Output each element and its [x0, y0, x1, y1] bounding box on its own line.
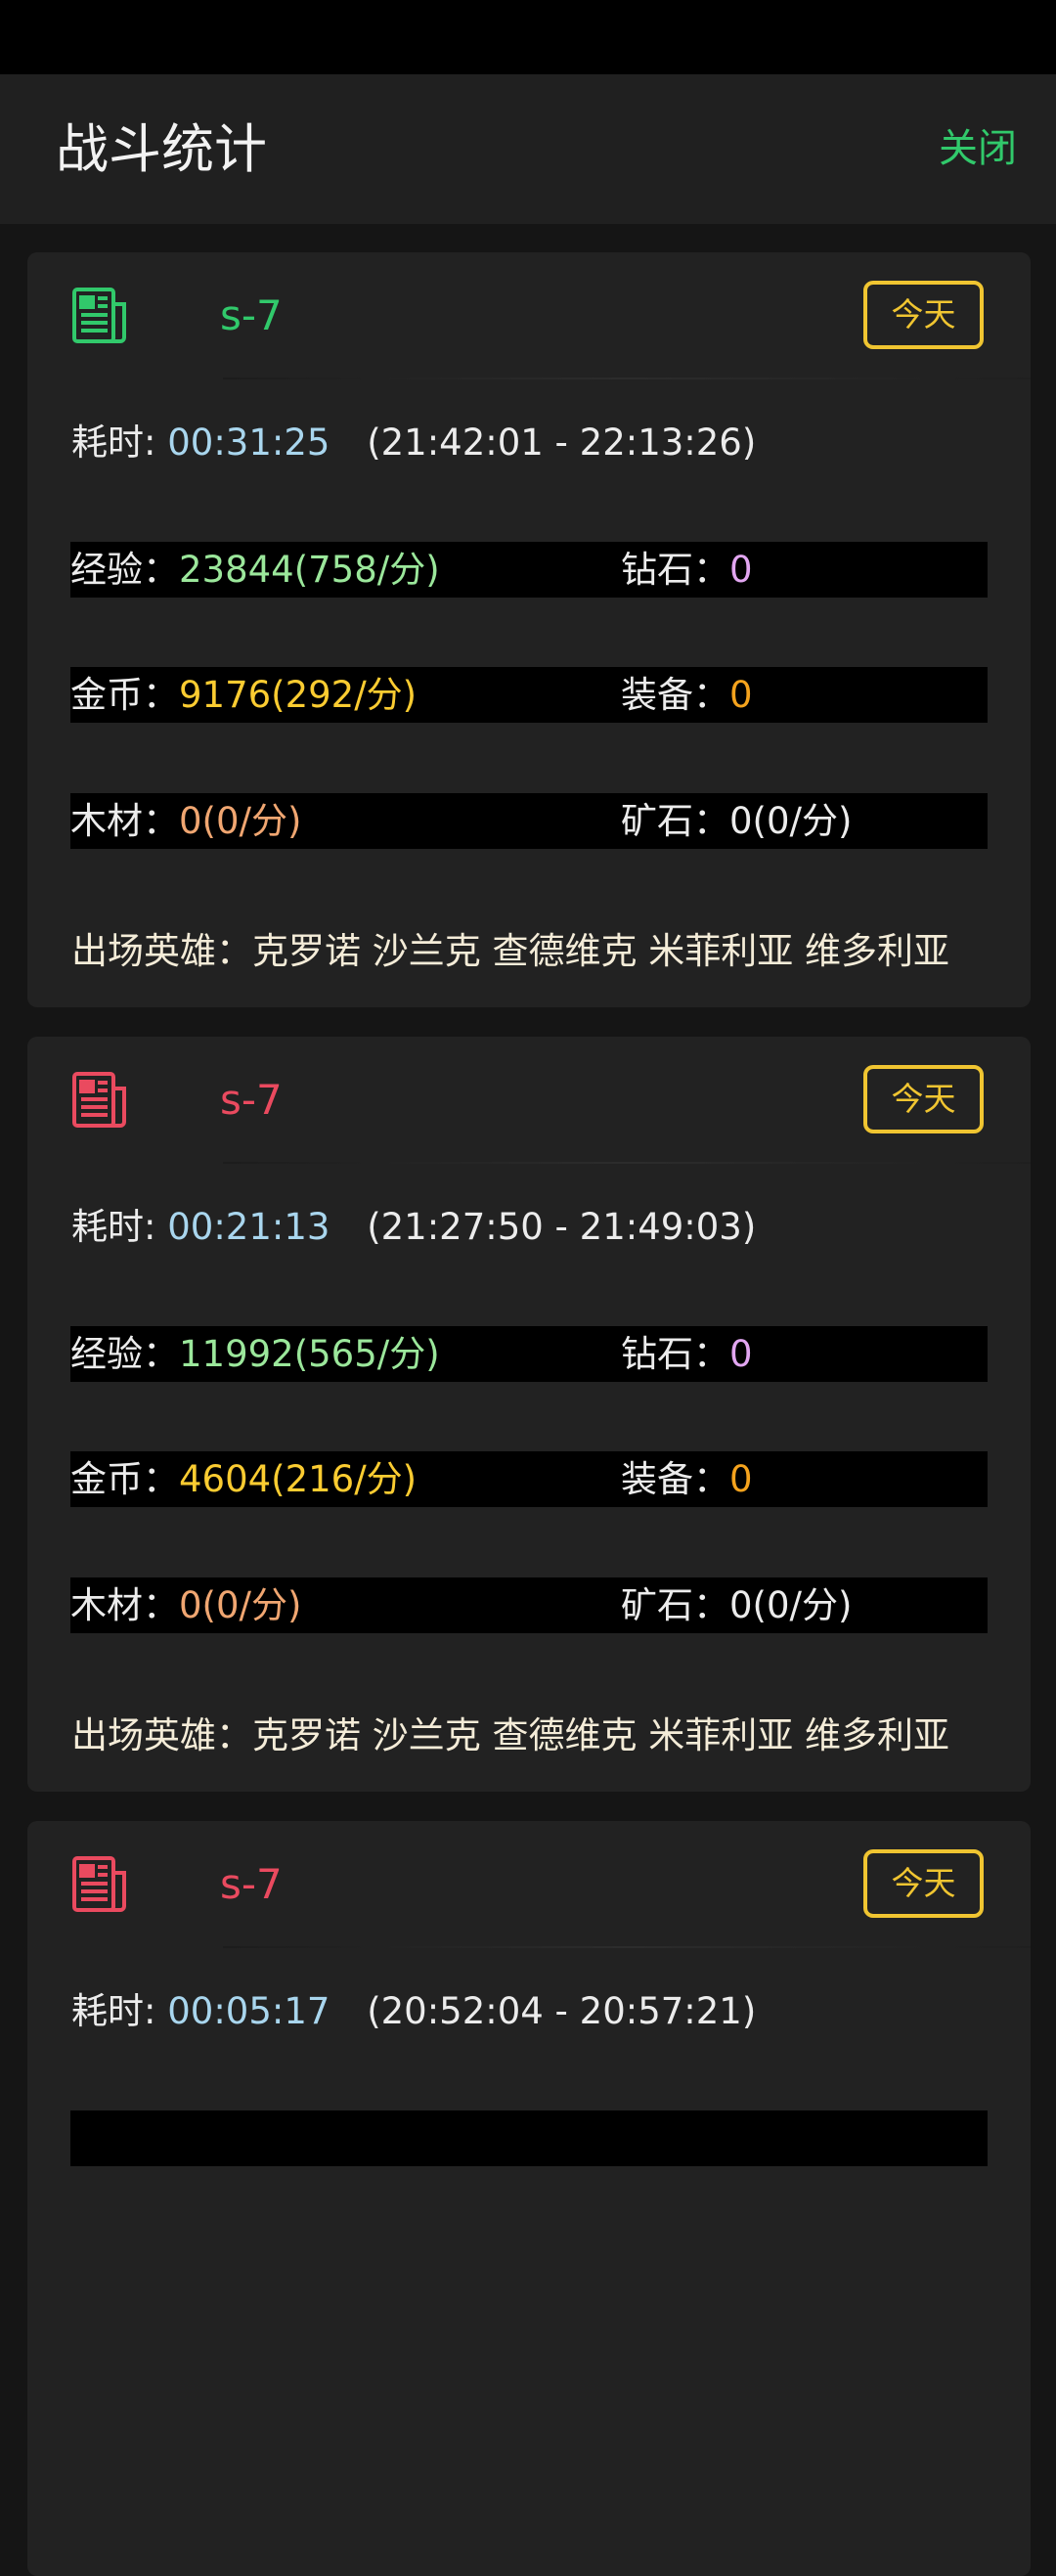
equip-label: 装备： — [621, 1458, 729, 1500]
newspaper-icon — [72, 1072, 126, 1128]
diamond-value: 0 — [729, 1333, 753, 1375]
heroes-list: 克罗诺 沙兰克 查德维克 米菲利亚 维多利亚 — [252, 1714, 950, 1756]
equip-label: 装备： — [621, 674, 729, 716]
duration-row: 耗时: 00:05:17 (20:52:04 - 20:57:21) — [71, 1977, 756, 2046]
wood-value: 0(0/分) — [179, 1584, 302, 1626]
newspaper-icon — [72, 288, 126, 343]
heroes-list: 克罗诺 沙兰克 查德维克 米菲利亚 维多利亚 — [252, 930, 950, 972]
wood-label: 木材： — [70, 800, 179, 842]
exp-value: 23844(758/分) — [179, 549, 440, 591]
wood-value: 0(0/分) — [179, 800, 302, 842]
divider — [223, 1162, 1031, 1164]
duration-label: 耗时: — [71, 422, 156, 464]
ore-value: 0(0/分) — [729, 800, 853, 842]
time-range: (21:42:01 - 22:13:26) — [367, 422, 757, 464]
heroes-label: 出场英雄： — [71, 930, 252, 972]
app-bar: 战斗统计 关闭 — [0, 74, 1056, 224]
heroes-row: 出场英雄：克罗诺 沙兰克 查德维克 米菲利亚 维多利亚 — [71, 1702, 949, 1770]
record-name: s-7 — [220, 1076, 283, 1124]
divider — [223, 378, 1031, 379]
gold-label: 金币： — [70, 674, 179, 716]
duration-value: 00:05:17 — [167, 1990, 330, 2032]
time-range: (21:27:50 - 21:49:03) — [367, 1206, 757, 1248]
exp-value: 11992(565/分) — [179, 1333, 440, 1375]
battle-record-card[interactable]: s-7 今天 耗时: 00:31:25 (21:42:01 - 22:13:26… — [27, 252, 1031, 1007]
duration-label: 耗时: — [71, 1206, 156, 1248]
ore-label: 矿石： — [621, 1584, 729, 1626]
newspaper-icon — [72, 1856, 126, 1912]
stat-row-exp: 经验：23844(758/分) 钻石：0 — [70, 542, 988, 598]
battle-record-card[interactable]: s-7 今天 耗时: 00:05:17 (20:52:04 - 20:57:21… — [27, 1821, 1031, 2576]
heroes-label: 出场英雄： — [71, 1714, 252, 1756]
today-button[interactable]: 今天 — [863, 1065, 984, 1133]
diamond-value: 0 — [729, 549, 753, 591]
ore-label: 矿石： — [621, 800, 729, 842]
today-button[interactable]: 今天 — [863, 281, 984, 349]
equip-value: 0 — [729, 1458, 753, 1500]
diamond-label: 钻石： — [621, 1333, 729, 1375]
battle-record-card[interactable]: s-7 今天 耗时: 00:21:13 (21:27:50 - 21:49:03… — [27, 1037, 1031, 1792]
exp-label: 经验： — [70, 1333, 179, 1375]
stat-row-wood: 木材：0(0/分) 矿石：0(0/分) — [70, 793, 988, 849]
duration-label: 耗时: — [71, 1990, 156, 2032]
stat-row-wood: 木材：0(0/分) 矿石：0(0/分) — [70, 1577, 988, 1633]
ore-value: 0(0/分) — [729, 1584, 853, 1626]
stat-row-exp: 经验：11992(565/分) 钻石：0 — [70, 1326, 988, 1382]
status-bar — [0, 0, 1056, 74]
today-button[interactable]: 今天 — [863, 1849, 984, 1918]
duration-row: 耗时: 00:31:25 (21:42:01 - 22:13:26) — [71, 409, 756, 477]
page-title: 战斗统计 — [56, 118, 267, 180]
stat-row-gold: 金币：4604(216/分) 装备：0 — [70, 1451, 988, 1507]
exp-label: 经验： — [70, 549, 179, 591]
gold-label: 金币： — [70, 1458, 179, 1500]
gold-value: 4604(216/分) — [179, 1458, 418, 1500]
duration-value: 00:21:13 — [167, 1206, 330, 1248]
heroes-row: 出场英雄：克罗诺 沙兰克 查德维克 米菲利亚 维多利亚 — [71, 917, 949, 986]
time-range: (20:52:04 - 20:57:21) — [367, 1990, 757, 2032]
divider — [223, 1946, 1031, 1948]
stat-row-exp — [70, 2110, 988, 2166]
duration-row: 耗时: 00:21:13 (21:27:50 - 21:49:03) — [71, 1193, 756, 1262]
stat-row-gold: 金币：9176(292/分) 装备：0 — [70, 667, 988, 723]
gold-value: 9176(292/分) — [179, 674, 418, 716]
equip-value: 0 — [729, 674, 753, 716]
wood-label: 木材： — [70, 1584, 179, 1626]
diamond-label: 钻石： — [621, 549, 729, 591]
record-name: s-7 — [220, 291, 283, 339]
record-name: s-7 — [220, 1860, 283, 1908]
close-button[interactable]: 关闭 — [939, 74, 1017, 224]
duration-value: 00:31:25 — [167, 422, 330, 464]
